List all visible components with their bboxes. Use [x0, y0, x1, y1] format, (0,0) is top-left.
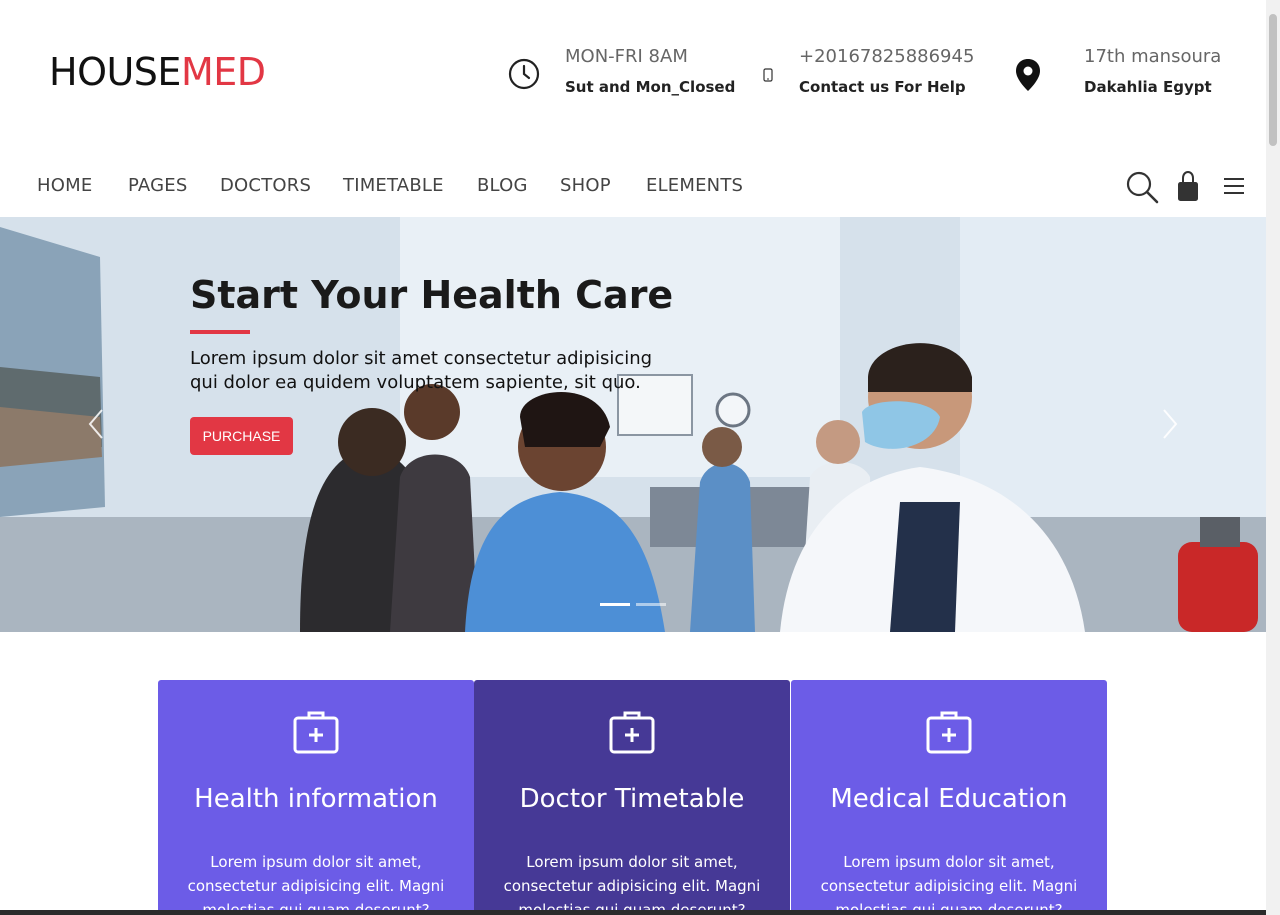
medical-kit-icon: [293, 711, 339, 754]
feature-card-doctor-timetable[interactable]: Doctor Timetable Lorem ipsum dolor sit a…: [474, 680, 790, 915]
phone-icon: [763, 68, 773, 82]
page-scrollbar[interactable]: [1266, 0, 1280, 915]
feature-card-text: Lorem ipsum dolor sit amet, consectetur …: [187, 853, 445, 915]
hours-note: Sut and Mon_Closed: [565, 78, 736, 96]
slider-next-icon[interactable]: [1160, 407, 1180, 441]
features-section: Health information Lorem ipsum dolor sit…: [158, 680, 1107, 915]
bottom-strip: [0, 910, 1266, 915]
phone-note: Contact us For Help: [799, 78, 966, 96]
slider-dot-1[interactable]: [600, 603, 630, 606]
feature-card-health-information[interactable]: Health information Lorem ipsum dolor sit…: [158, 680, 474, 915]
shopping-bag-icon[interactable]: [1177, 170, 1199, 202]
brand-logo[interactable]: HOUSEMED: [49, 50, 266, 94]
brand-name-part2: MED: [180, 50, 266, 94]
slider-prev-icon[interactable]: [86, 407, 106, 441]
location-street: 17th mansoura: [1084, 46, 1222, 67]
medical-kit-icon: [926, 711, 972, 754]
hamburger-menu-icon[interactable]: [1222, 176, 1246, 196]
hero-title-underline: [190, 330, 250, 334]
nav-item-shop[interactable]: SHOP: [560, 175, 611, 196]
purchase-button[interactable]: PURCHASE: [190, 417, 293, 455]
site-header: HOUSEMED MON-FRI 8AM Sut and Mon_Closed …: [0, 0, 1266, 150]
hours-text: MON-FRI 8AM: [565, 46, 688, 67]
medical-kit-icon: [609, 711, 655, 754]
feature-card-title: Doctor Timetable: [519, 784, 745, 814]
feature-card-text: Lorem ipsum dolor sit amet, consectetur …: [503, 853, 761, 915]
nav-item-home[interactable]: HOME: [37, 175, 92, 196]
search-icon[interactable]: [1125, 170, 1159, 204]
map-pin-icon: [1016, 59, 1040, 91]
location-city: Dakahlia Egypt: [1084, 78, 1212, 96]
phone-number[interactable]: +20167825886945: [799, 46, 974, 67]
feature-card-text: Lorem ipsum dolor sit amet, consectetur …: [820, 853, 1078, 915]
feature-card-medical-education[interactable]: Medical Education Lorem ipsum dolor sit …: [791, 680, 1107, 915]
scrollbar-thumb[interactable]: [1269, 14, 1277, 146]
feature-card-title: Health information: [194, 784, 438, 814]
nav-item-blog[interactable]: BLOG: [477, 175, 528, 196]
nav-item-elements[interactable]: ELEMENTS: [646, 175, 743, 196]
hero-title: Start Your Health Care: [190, 273, 674, 317]
slider-dot-2[interactable]: [636, 603, 666, 606]
main-nav: HOME PAGES DOCTORS TIMETABLE BLOG SHOP E…: [0, 150, 1266, 217]
brand-name-part1: HOUSE: [49, 50, 181, 94]
nav-item-timetable[interactable]: TIMETABLE: [343, 175, 444, 196]
nav-item-doctors[interactable]: DOCTORS: [220, 175, 311, 196]
nav-item-pages[interactable]: PAGES: [128, 175, 187, 196]
hero-description: Lorem ipsum dolor sit amet consectetur a…: [190, 348, 653, 393]
clock-icon: [508, 58, 540, 90]
feature-card-title: Medical Education: [830, 784, 1068, 814]
hero-slider: Start Your Health Care Lorem ipsum dolor…: [0, 217, 1266, 632]
